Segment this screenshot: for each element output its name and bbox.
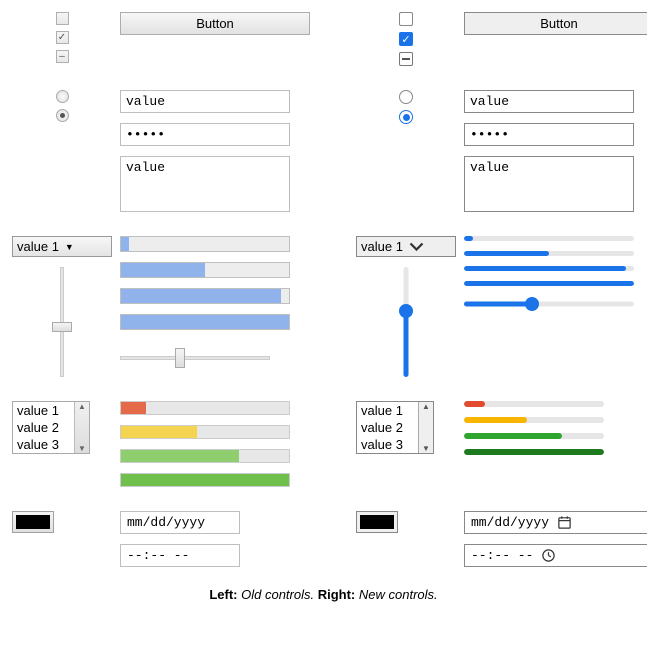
progress-old-3: [120, 288, 290, 304]
checkbox-unchecked-old[interactable]: [56, 12, 69, 25]
radio-checked-new[interactable]: [399, 110, 413, 124]
time-input-new[interactable]: --:-- --: [464, 544, 647, 567]
vertical-slider-new[interactable]: [391, 267, 421, 377]
progress-new-1: [464, 236, 634, 241]
spinner-down-icon[interactable]: ▼: [422, 444, 430, 453]
progress-new-3: [464, 266, 634, 271]
checkbox-mixed-old[interactable]: –: [56, 50, 69, 63]
meter-old-2: [120, 425, 290, 439]
meter-old-1: [120, 401, 290, 415]
select-new[interactable]: value 1: [356, 236, 456, 257]
textarea-old[interactable]: value: [120, 156, 290, 212]
meter-new-3: [464, 433, 604, 439]
meter-new-4: [464, 449, 604, 455]
horizontal-slider-old[interactable]: [120, 348, 270, 368]
time-input-old[interactable]: --:-- --: [120, 544, 240, 567]
calendar-icon[interactable]: [557, 515, 572, 530]
chevron-down-icon: [409, 239, 424, 254]
vertical-slider-old[interactable]: [47, 267, 77, 377]
date-input-old[interactable]: mm/dd/yyyy: [120, 511, 240, 534]
select-old[interactable]: value 1 ▼: [12, 236, 112, 257]
checkbox-mixed-new[interactable]: [399, 52, 413, 66]
progress-old-4: [120, 314, 290, 330]
password-input-new[interactable]: •••••: [464, 123, 634, 146]
checkbox-checked-old[interactable]: ✓: [56, 31, 69, 44]
caption: Left: Old controls. Right: New controls.: [12, 587, 635, 602]
meter-old-3: [120, 449, 290, 463]
checkbox-unchecked-new[interactable]: [399, 12, 413, 26]
caption-left-label: Left:: [209, 587, 237, 602]
time-input-value: --:-- --: [471, 548, 533, 563]
select-new-value: value 1: [361, 239, 403, 254]
text-input-old[interactable]: value: [120, 90, 290, 113]
spinner-down-icon[interactable]: ▼: [78, 444, 86, 453]
select-old-value: value 1: [17, 239, 59, 254]
spinner-up-icon[interactable]: ▲: [422, 402, 430, 411]
meter-new-2: [464, 417, 604, 423]
listbox-old[interactable]: value 1 value 2 value 3 ▲▼: [12, 401, 90, 454]
color-input-old[interactable]: [12, 511, 54, 533]
progress-new-2: [464, 251, 634, 256]
spinner-up-icon[interactable]: ▲: [78, 402, 86, 411]
horizontal-slider-new[interactable]: [464, 296, 634, 312]
button-old[interactable]: Button: [120, 12, 310, 35]
radio-unchecked-old[interactable]: [56, 90, 69, 103]
clock-icon[interactable]: [541, 548, 556, 563]
radio-checked-old[interactable]: [56, 109, 69, 122]
progress-old-1: [120, 236, 290, 252]
password-input-old[interactable]: •••••: [120, 123, 290, 146]
meter-new-1: [464, 401, 604, 407]
progress-old-2: [120, 262, 290, 278]
textarea-new[interactable]: value: [464, 156, 634, 212]
date-input-new[interactable]: mm/dd/yyyy: [464, 511, 647, 534]
checkbox-checked-new[interactable]: ✓: [399, 32, 413, 46]
radio-unchecked-new[interactable]: [399, 90, 413, 104]
text-input-new[interactable]: value: [464, 90, 634, 113]
caption-right-label: Right:: [318, 587, 356, 602]
chevron-down-icon: ▼: [65, 242, 74, 252]
color-input-new[interactable]: [356, 511, 398, 533]
progress-new-4: [464, 281, 634, 286]
meter-old-4: [120, 473, 290, 487]
date-input-value: mm/dd/yyyy: [471, 515, 549, 530]
button-new[interactable]: Button: [464, 12, 647, 35]
listbox-new[interactable]: value 1 value 2 value 3 ▲▼: [356, 401, 434, 454]
